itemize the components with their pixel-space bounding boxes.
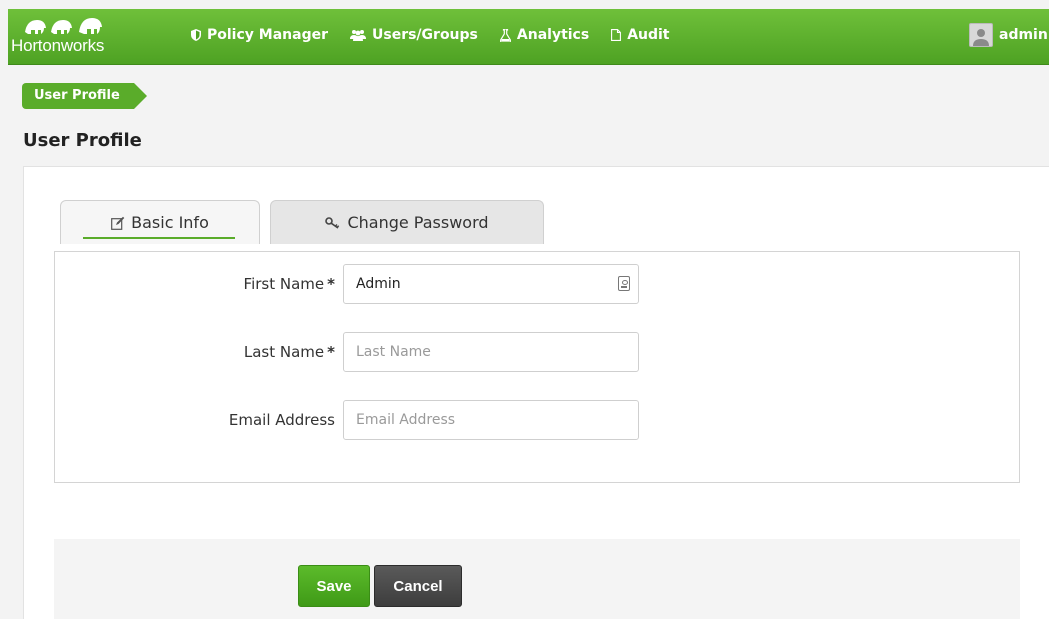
avatar-icon xyxy=(969,23,993,47)
nav-label: Users/Groups xyxy=(372,27,478,43)
edit-icon xyxy=(111,216,125,230)
first-name-input[interactable] xyxy=(343,264,639,304)
nav-label: Audit xyxy=(627,27,670,43)
email-input[interactable] xyxy=(343,400,639,440)
first-name-label: First Name * xyxy=(243,275,335,293)
user-name: admin xyxy=(999,27,1048,43)
tab-label: Change Password xyxy=(347,213,489,232)
breadcrumb-item-user-profile[interactable]: User Profile xyxy=(22,83,147,109)
users-icon xyxy=(350,30,366,41)
nav-label: Analytics xyxy=(516,27,590,43)
user-menu[interactable]: admin xyxy=(969,23,1049,47)
key-icon xyxy=(325,216,340,229)
breadcrumb: User Profile xyxy=(22,83,147,109)
brand-logo[interactable]: Hortonworks xyxy=(11,14,151,62)
active-tab-indicator xyxy=(83,237,235,239)
last-name-row: Last Name * xyxy=(55,332,1019,372)
last-name-input[interactable] xyxy=(343,332,639,372)
file-icon xyxy=(611,29,622,41)
email-label: Email Address xyxy=(228,411,335,429)
cancel-button[interactable]: Cancel xyxy=(374,565,462,607)
nav-item-audit[interactable]: Audit xyxy=(611,27,670,43)
nav-label: Policy Manager xyxy=(207,27,328,43)
tab-change-password[interactable]: Change Password xyxy=(270,200,544,244)
last-name-label: Last Name * xyxy=(243,343,335,361)
top-navbar: Hortonworks Policy Manager Users/Groups xyxy=(8,9,1049,65)
tab-label: Basic Info xyxy=(131,213,209,232)
first-name-row: First Name * xyxy=(55,264,1019,304)
shield-icon xyxy=(191,29,201,41)
form-actions: Save Cancel xyxy=(54,539,1020,619)
contact-card-icon xyxy=(618,276,630,291)
elephants-logo-icon xyxy=(25,18,102,34)
nav-item-users-groups[interactable]: Users/Groups xyxy=(350,27,478,43)
basic-info-form: First Name* Last Name* Email Address xyxy=(54,251,1020,483)
tab-basic-info[interactable]: Basic Info xyxy=(60,200,260,244)
profile-card: Basic Info Change Password First Name* L… xyxy=(23,166,1049,619)
nav-item-analytics[interactable]: Analytics xyxy=(499,27,590,43)
save-button[interactable]: Save xyxy=(298,565,370,607)
main-nav: Policy Manager Users/Groups Analytics Au… xyxy=(191,27,670,43)
email-row: Email Address xyxy=(55,400,1019,440)
brand-name: Hortonworks xyxy=(11,36,105,55)
page-title: User Profile xyxy=(23,130,142,151)
flask-icon xyxy=(499,28,511,42)
nav-item-policy-manager[interactable]: Policy Manager xyxy=(191,27,328,43)
